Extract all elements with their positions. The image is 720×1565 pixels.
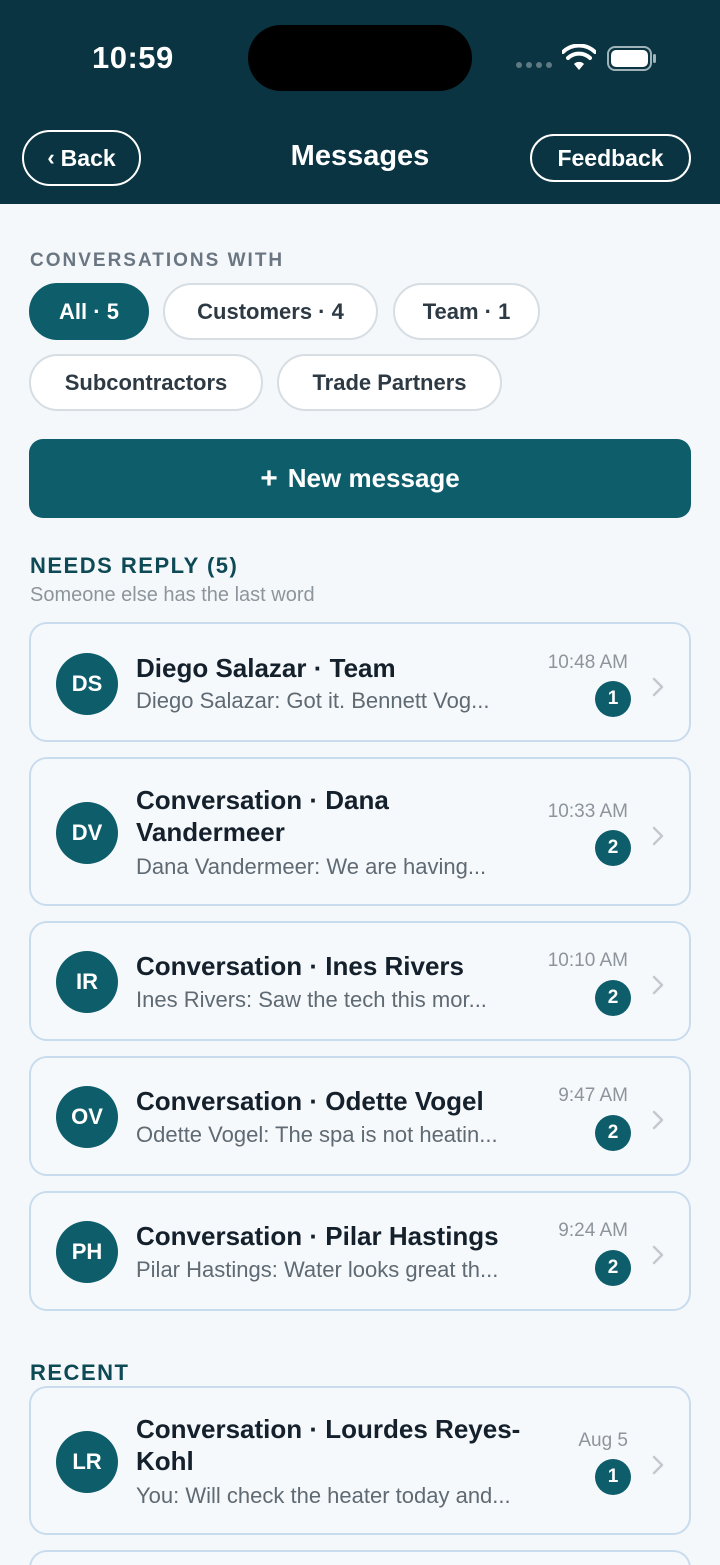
conversation-time: 9:24 AM bbox=[558, 1220, 628, 1241]
avatar: DV bbox=[56, 802, 118, 864]
unread-badge: 2 bbox=[595, 1250, 631, 1286]
conversation-time: 10:33 AM bbox=[547, 801, 628, 822]
conversation-time: 10:10 AM bbox=[547, 950, 628, 971]
unread-badge: 1 bbox=[595, 1459, 631, 1495]
conversation-card[interactable]: LR Conversation · Lourdes Reyes-Kohl You… bbox=[29, 1386, 691, 1535]
avatar: OV bbox=[56, 1086, 118, 1148]
conversation-title: Conversation · Pilar Hastings bbox=[136, 1221, 499, 1251]
needs-reply-subtitle: Someone else has the last word bbox=[30, 584, 315, 606]
conversation-card[interactable]: IR Conversation · Ines Rivers Ines River… bbox=[29, 921, 691, 1041]
conversation-title: Conversation · Ines Rivers bbox=[136, 951, 464, 981]
conversation-preview: Odette Vogel: The spa is not heatin... bbox=[136, 1122, 498, 1147]
plus-icon: + bbox=[260, 461, 278, 495]
filter-chip-all[interactable]: All · 5 bbox=[29, 283, 149, 340]
avatar: LR bbox=[56, 1431, 118, 1493]
unread-badge: 2 bbox=[595, 830, 631, 866]
needs-reply-title: NEEDS REPLY (5) bbox=[30, 553, 239, 578]
conversation-preview: You: Will check the heater today and... bbox=[136, 1483, 511, 1508]
conversation-time: Aug 5 bbox=[578, 1430, 628, 1451]
conversation-preview: Diego Salazar: Got it. Bennett Vog... bbox=[136, 688, 490, 713]
avatar: DS bbox=[56, 653, 118, 715]
new-message-label: New message bbox=[287, 463, 460, 493]
conversation-title: Conversation · Lourdes Reyes-Kohl bbox=[136, 1414, 521, 1476]
unread-badge: 1 bbox=[595, 681, 631, 717]
conversation-title: Diego Salazar · Team bbox=[136, 653, 396, 683]
conversation-card[interactable]: DV Conversation · Dana Vandermeer Dana V… bbox=[29, 757, 691, 906]
filter-chip-customers[interactable]: Customers · 4 bbox=[163, 283, 378, 340]
status-time: 10:59 bbox=[92, 40, 174, 75]
recent-title: RECENT bbox=[30, 1360, 130, 1385]
new-message-button[interactable]: + New message bbox=[29, 439, 691, 518]
conversation-card[interactable]: PH Conversation · Pilar Hastings Pilar H… bbox=[29, 1191, 691, 1311]
conversation-title: Conversation · Odette Vogel bbox=[136, 1086, 484, 1116]
filter-chip-subcontractors[interactable]: Subcontractors bbox=[29, 354, 263, 411]
conversation-time: 9:47 AM bbox=[558, 1085, 628, 1106]
signal-icon bbox=[516, 62, 552, 68]
filter-chip-trade-partners[interactable]: Trade Partners bbox=[277, 354, 502, 411]
dynamic-island bbox=[248, 25, 472, 91]
wifi-icon bbox=[562, 44, 596, 70]
avatar: IR bbox=[56, 951, 118, 1013]
chevron-right-icon bbox=[652, 1245, 664, 1265]
conversation-preview: Ines Rivers: Saw the tech this mor... bbox=[136, 987, 487, 1012]
filters-label: CONVERSATIONS WITH bbox=[30, 250, 285, 271]
conversation-preview: Pilar Hastings: Water looks great th... bbox=[136, 1257, 499, 1282]
conversation-preview: Dana Vandermeer: We are having... bbox=[136, 854, 487, 879]
avatar: PH bbox=[56, 1221, 118, 1283]
conversation-title: Conversation · Dana Vandermeer bbox=[136, 785, 389, 847]
unread-badge: 2 bbox=[595, 1115, 631, 1151]
conversation-card[interactable]: DS Diego Salazar · Team Diego Salazar: G… bbox=[29, 622, 691, 742]
unread-badge: 2 bbox=[595, 980, 631, 1016]
conversation-card[interactable]: OV Conversation · Odette Vogel Odette Vo… bbox=[29, 1056, 691, 1176]
battery-icon bbox=[607, 46, 656, 71]
conversation-card-partial[interactable] bbox=[29, 1550, 691, 1565]
chevron-right-icon bbox=[652, 826, 664, 846]
filter-chip-team[interactable]: Team · 1 bbox=[393, 283, 540, 340]
feedback-button[interactable]: Feedback bbox=[530, 134, 691, 182]
chevron-right-icon bbox=[652, 1110, 664, 1130]
chevron-right-icon bbox=[652, 677, 664, 697]
app-header: 10:59 ‹ Back Messages Feedback bbox=[0, 0, 720, 204]
chevron-right-icon bbox=[652, 1455, 664, 1475]
conversation-time: 10:48 AM bbox=[547, 652, 628, 673]
chevron-right-icon bbox=[652, 975, 664, 995]
